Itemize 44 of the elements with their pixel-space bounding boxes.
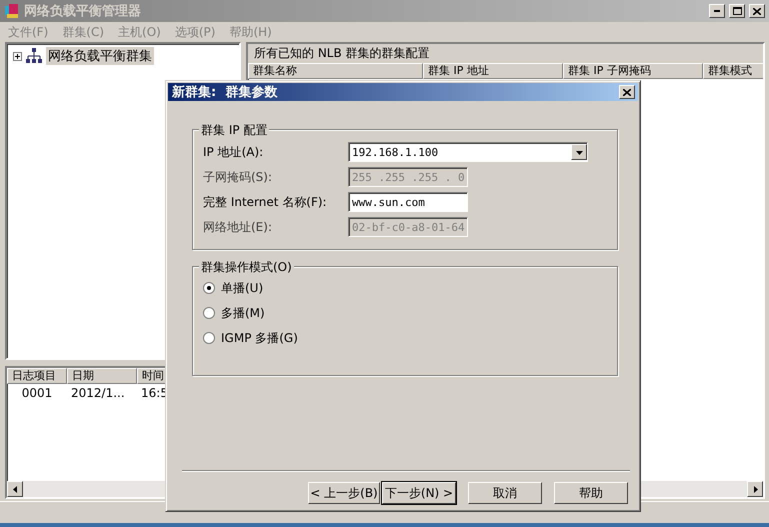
input-field[interactable]: www.sun.com [348, 192, 468, 212]
window-title: 网络负载平衡管理器 [24, 3, 142, 20]
column-header[interactable]: 日期 [67, 368, 137, 384]
column-header[interactable]: 日志项目 [7, 368, 67, 384]
network-icon [26, 48, 42, 64]
app-icon [4, 3, 20, 19]
radio-button[interactable] [203, 282, 215, 294]
radio-label: 单播(U) [221, 280, 264, 296]
close-button[interactable] [749, 4, 765, 18]
dialog-title: 新群集: 群集参数 [172, 84, 278, 101]
dropdown-arrow-icon [576, 148, 582, 156]
column-header[interactable]: 群集名称 [248, 63, 423, 79]
left-arrow-icon [12, 486, 18, 492]
table-cell-text: 0001 [20, 386, 54, 400]
close-button[interactable] [619, 85, 635, 99]
radio-button[interactable] [203, 332, 215, 344]
minimize-icon [714, 10, 720, 12]
column-header[interactable]: 群集 IP 地址 [423, 63, 563, 79]
table-cell-text: 2012/1... [70, 386, 126, 400]
dialog-button[interactable]: 取消 [468, 482, 542, 504]
close-icon [753, 8, 761, 14]
dialog-button[interactable]: 下一步(N) > [382, 482, 456, 504]
tree-item[interactable]: 网络负载平衡群集 [46, 47, 154, 65]
dialog-button[interactable]: 帮助 [554, 482, 628, 504]
field-label: 子网掩码(S): [203, 168, 274, 186]
field-label: 完整 Internet 名称(F): [203, 194, 328, 210]
dialog-button[interactable]: < 上一步(B) [308, 482, 380, 504]
minimize-button[interactable] [709, 4, 725, 18]
radio-label: IGMP 多播(G) [221, 330, 298, 346]
field-label: 网络地址(E): [203, 218, 273, 236]
radio-button[interactable] [203, 307, 215, 319]
group-title: 群集操作模式(O) [199, 259, 294, 276]
pane-caption: 所有已知的 NLB 群集的群集配置 [248, 44, 763, 63]
right-arrow-icon [752, 486, 758, 492]
close-icon [623, 88, 631, 96]
maximize-button[interactable] [729, 4, 745, 18]
column-header[interactable]: 群集模式 [703, 63, 763, 79]
expand-icon[interactable] [13, 52, 22, 60]
field-label: IP 地址(A): [203, 144, 264, 160]
group-title: 群集 IP 配置 [199, 122, 270, 139]
column-header[interactable]: 群集 IP 子网掩码 [563, 63, 703, 79]
maximize-icon [732, 7, 742, 15]
radio-label: 多播(M) [221, 304, 265, 322]
dropdown-field[interactable]: 192.168.1.100 [348, 142, 588, 162]
